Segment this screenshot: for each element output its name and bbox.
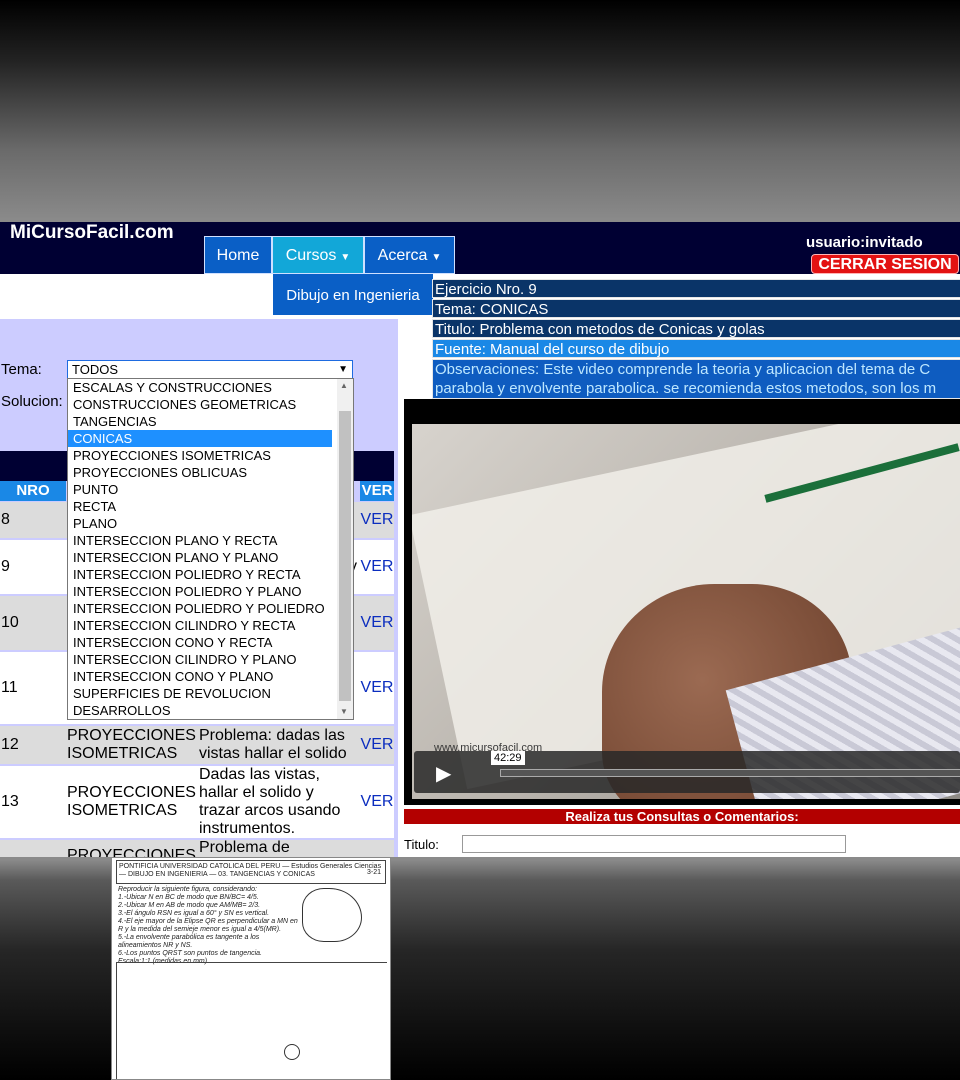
row-description: Problema: dadas las vistas hallar el sol… [199, 727, 347, 762]
table-row: 12 PROYECCIONES ISOMETRICAS Problema: da… [0, 725, 394, 765]
comments-bar: Realiza tus Consultas o Comentarios: [404, 809, 960, 824]
scroll-up-icon[interactable]: ▲ [340, 381, 348, 390]
nav-acerca-label: Acerca [377, 247, 428, 264]
option-item[interactable]: INTERSECCION CONO Y PLANO [68, 668, 332, 685]
scrollbar-thumb[interactable] [339, 411, 351, 701]
row-topic: PROYECCIONES [67, 847, 196, 857]
option-item[interactable]: INTERSECCION PLANO Y RECTA [68, 532, 332, 549]
table-row: PROYECCIONES Problema de [0, 839, 394, 857]
option-item[interactable]: INTERSECCION POLIEDRO Y POLIEDRO [68, 600, 332, 617]
video-player[interactable]: www.micursofacil.com ▶ 42:29 [404, 399, 960, 805]
option-item[interactable]: INTERSECCION CILINDRO Y RECTA [68, 617, 332, 634]
option-item[interactable]: ESCALAS Y CONSTRUCCIONES [68, 379, 332, 396]
ver-link[interactable]: VER [360, 765, 394, 839]
option-item[interactable]: PLANO [68, 515, 332, 532]
option-item[interactable]: CONSTRUCCIONES GEOMETRICAS [68, 396, 332, 413]
logout-button[interactable]: CERRAR SESION [811, 254, 959, 274]
sheet-instructions: Reproducir la siguiente figura, consider… [118, 886, 298, 966]
option-item[interactable]: PUNTO [68, 481, 332, 498]
option-item[interactable]: PROYECCIONES ISOMETRICAS [68, 447, 332, 464]
sheet-instruction-line: 5.-La envolvente parabólica es tangente … [118, 934, 260, 949]
nav-home-label: Home [216, 247, 260, 264]
row-number: 8 [1, 511, 10, 528]
chevron-down-icon: ▼ [340, 252, 351, 263]
tema-options-list[interactable]: ESCALAS Y CONSTRUCCIONES CONSTRUCCIONES G… [67, 378, 354, 720]
table-row: 13 PROYECCIONES ISOMETRICAS Dadas las vi… [0, 765, 394, 839]
column-header-ver: VER [360, 481, 394, 501]
row-number: 11 [1, 679, 18, 696]
sheet-instruction-line: 3.-El ángulo RSN es igual a 60° y SN es … [118, 910, 270, 917]
ver-link[interactable]: VER [360, 651, 394, 725]
exercise-sheet-image: PONTIFICIA UNIVERSIDAD CATOLICA DEL PERU… [111, 857, 391, 1080]
solucion-label: Solucion: [1, 393, 63, 410]
row-number: 10 [1, 614, 19, 631]
sheet-figure [302, 888, 362, 942]
row-number: 9 [1, 558, 10, 575]
option-item[interactable]: TANGENCIAS [68, 413, 332, 430]
video-time: 42:29 [491, 751, 525, 765]
option-item[interactable]: PROYECCIONES OBLICUAS [68, 464, 332, 481]
ver-link[interactable]: VER [360, 725, 394, 765]
option-item[interactable]: CONICAS [68, 430, 332, 447]
exercise-source: Fuente: Manual del curso de dibujo [432, 339, 960, 358]
exercise-number: Ejercicio Nro. 9 [432, 279, 960, 298]
option-item[interactable]: INTERSECCION POLIEDRO Y PLANO [68, 583, 332, 600]
exercise-observations: Observaciones: Este video comprende la t… [432, 359, 960, 399]
option-item[interactable]: INTERSECCION CILINDRO Y PLANO [68, 651, 332, 668]
option-item[interactable]: RECTA [68, 498, 332, 515]
exercise-topic: Tema: CONICAS [432, 299, 960, 318]
row-description: Dadas las vistas, hallar el solido y tra… [199, 766, 341, 837]
row-description: Problema de [199, 839, 290, 856]
scroll-down-icon[interactable]: ▼ [340, 707, 348, 716]
chevron-down-icon: ▼ [338, 364, 348, 375]
page-window: MiCursoFacil.com Home Cursos ▼ Acerca ▼ us… [0, 222, 960, 857]
video-controls: ▶ 42:29 [414, 751, 960, 793]
tema-select[interactable]: TODOS ▼ [67, 360, 353, 379]
ver-link[interactable]: VER [360, 501, 394, 539]
nav-home[interactable]: Home [204, 236, 272, 274]
option-item[interactable]: INTERSECCION PLANO Y PLANO [68, 549, 332, 566]
ver-link[interactable]: VER [360, 595, 394, 651]
chevron-down-icon: ▼ [431, 252, 442, 263]
sheet-instruction-line: Reproducir la siguiente figura, consider… [118, 886, 257, 893]
row-number: 13 [1, 793, 19, 810]
option-item[interactable]: SUPERFICIES DE REVOLUCION [68, 685, 332, 702]
nav-cursos-label: Cursos [285, 247, 337, 264]
option-item[interactable]: INTERSECCION POLIEDRO Y RECTA [68, 566, 332, 583]
site-logo[interactable]: MiCursoFacil.com [10, 222, 174, 244]
ver-link[interactable]: VER [360, 539, 394, 595]
sheet-frame [116, 962, 387, 1079]
nav-acerca[interactable]: Acerca ▼ [364, 236, 455, 274]
list-scrollbar[interactable]: ▲ ▼ [337, 379, 353, 719]
play-icon[interactable]: ▶ [436, 761, 451, 786]
sheet-code: 3-21 [366, 869, 381, 876]
comment-title-input[interactable] [462, 835, 846, 853]
sheet-header-text: PONTIFICIA UNIVERSIDAD CATOLICA DEL PERU… [119, 863, 382, 878]
sheet-instruction-line: 2.-Ubicar M en AB de modo que AM/MB= 2/3… [118, 902, 261, 909]
row-topic: PROYECCIONES ISOMETRICAS [67, 784, 196, 819]
sheet-instruction-line: 1.-Ubicar N en BC de modo que BN/BC= 4/5… [118, 894, 259, 901]
comment-title-label: Titulo: [404, 837, 439, 852]
sheet-instruction-line: 6.-Los puntos QRST son puntos de tangenc… [118, 950, 262, 957]
sheet-header: PONTIFICIA UNIVERSIDAD CATOLICA DEL PERU… [116, 860, 386, 884]
video-progress-bar[interactable] [500, 769, 960, 777]
sheet-circle [284, 1044, 300, 1060]
option-item[interactable]: INTERSECCION CONO Y RECTA [68, 634, 332, 651]
sheet-instruction-line: 4.-El eje mayor de la Elipse QR es perpe… [118, 918, 298, 933]
user-label: usuario:invitado [806, 234, 923, 251]
menu-item-dibujo[interactable]: Dibujo en Ingenieria [273, 274, 433, 315]
column-header-nro: NRO [0, 481, 66, 501]
tema-select-value: TODOS [72, 362, 118, 377]
top-navbar: MiCursoFacil.com Home Cursos ▼ Acerca ▼ us… [0, 222, 960, 274]
exercise-title: Titulo: Problema con metodos de Conicas … [432, 319, 960, 338]
option-item[interactable]: DESARROLLOS [68, 702, 332, 719]
tema-label: Tema: [1, 361, 42, 378]
row-number: 12 [1, 736, 19, 753]
nav-cursos[interactable]: Cursos ▼ [272, 236, 364, 274]
row-topic: PROYECCIONES ISOMETRICAS [67, 727, 196, 762]
